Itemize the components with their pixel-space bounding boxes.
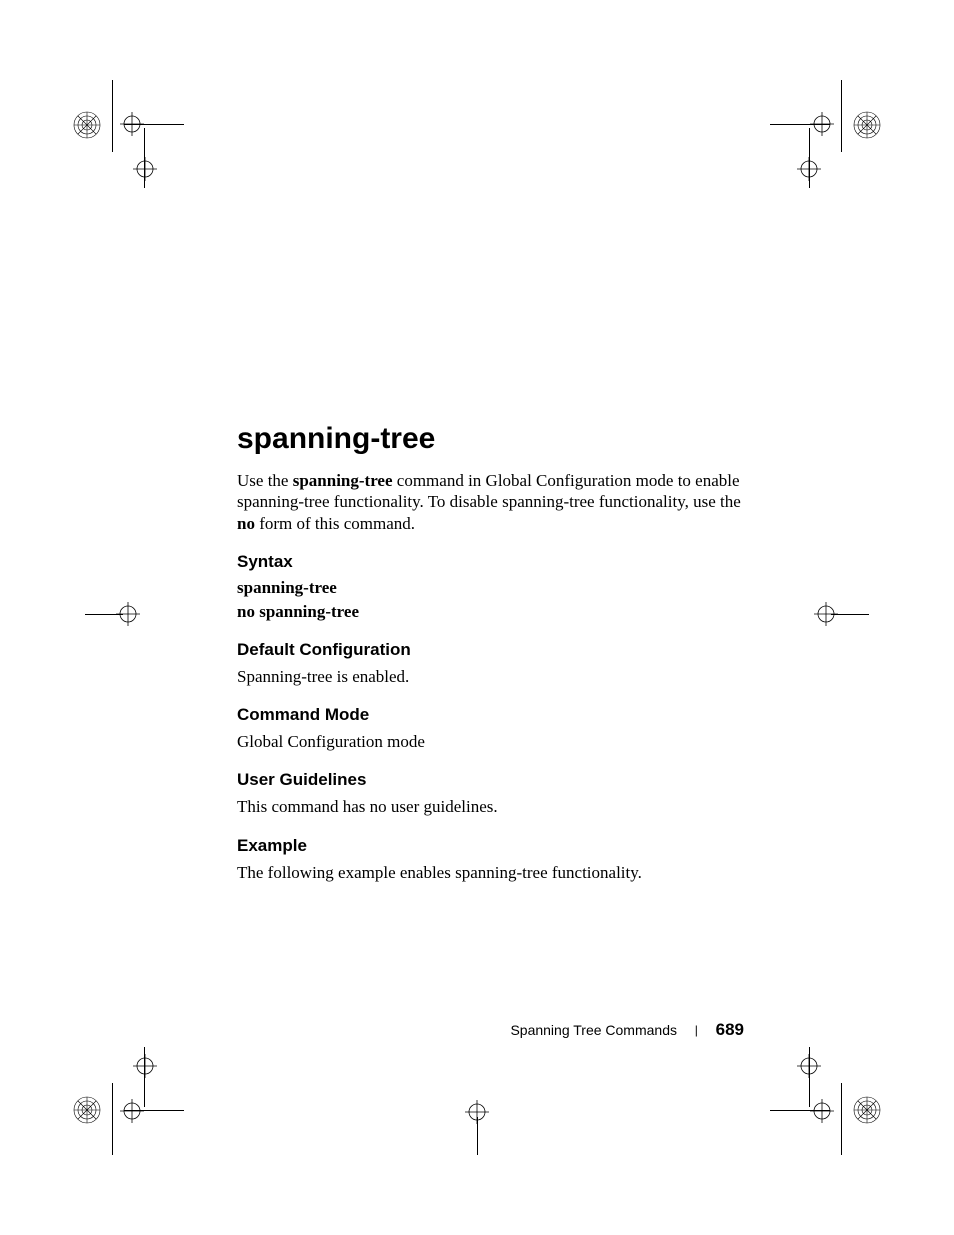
example-text: The following example enables spanning-t… [237,862,747,883]
heading-example: Example [237,836,747,856]
command-title: spanning-tree [237,422,747,456]
crop-mark-bottom-left [72,1035,192,1155]
heading-default-configuration: Default Configuration [237,640,747,660]
crop-mark-mid-left [85,574,165,654]
page-footer: Spanning Tree Commands | 689 [0,1020,954,1040]
page: spanning-tree Use the spanning-tree comm… [0,0,954,1235]
intro-no-keyword: no [237,514,255,533]
crop-mark-top-left [72,80,192,200]
heading-user-guidelines: User Guidelines [237,770,747,790]
intro-paragraph: Use the spanning-tree command in Global … [237,470,747,534]
syntax-line-2: no spanning-tree [237,602,747,622]
footer-separator: | [695,1023,698,1037]
footer-page-number: 689 [716,1020,744,1039]
crop-mark-mid-bottom [437,1075,517,1155]
document-body: spanning-tree Use the spanning-tree comm… [237,422,747,899]
syntax-line-1: spanning-tree [237,578,747,598]
heading-syntax: Syntax [237,552,747,572]
crop-mark-mid-right [789,574,869,654]
intro-post: form of this command. [255,514,415,533]
crop-mark-bottom-right [762,1035,882,1155]
crop-mark-top-right [762,80,882,200]
footer-section-name: Spanning Tree Commands [510,1022,677,1038]
default-configuration-text: Spanning-tree is enabled. [237,666,747,687]
heading-command-mode: Command Mode [237,705,747,725]
command-mode-text: Global Configuration mode [237,731,747,752]
intro-cmd-name: spanning-tree [293,471,393,490]
user-guidelines-text: This command has no user guidelines. [237,796,747,817]
intro-pre: Use the [237,471,293,490]
